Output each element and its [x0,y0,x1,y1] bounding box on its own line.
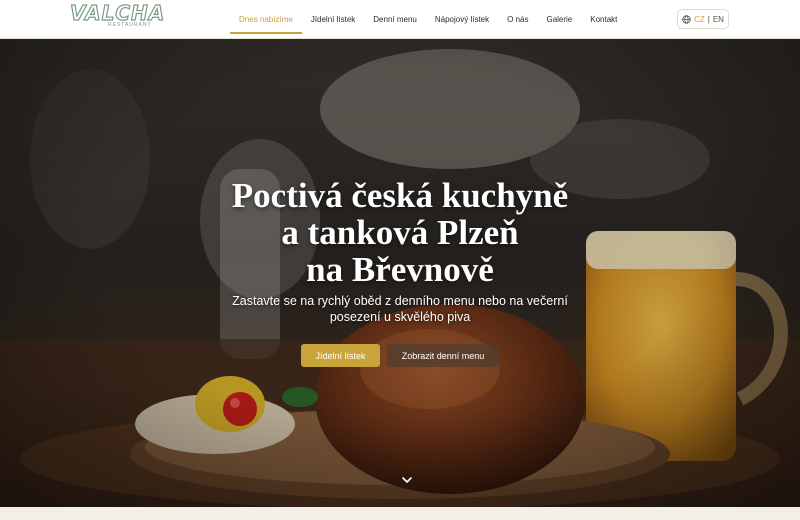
globe-icon [682,14,691,24]
nav-item-denni-menu[interactable]: Denní menu [364,6,426,34]
nav-item-galerie[interactable]: Galerie [537,6,581,34]
hero-title: Poctivá česká kuchyně a tanková Plzeň na… [150,177,650,288]
brand-name: VALCHA [69,1,166,25]
hero-title-line-1: Poctivá česká kuchyně [231,176,569,215]
hero-title-line-3: na Břevnově [306,250,494,289]
nav-item-napojovy-listek[interactable]: Nápojový lístek [426,6,498,34]
hero-section: Poctivá česká kuchyně a tanková Plzeň na… [0,39,800,507]
hero-subtitle: Zastavte se na rychlý oběd z denního men… [232,294,568,324]
language-cz[interactable]: CZ [694,15,705,24]
brand-logo[interactable]: VALCHA RESTAURANT [69,1,166,36]
page-section-divider [0,507,800,520]
daily-menu-button[interactable]: Zobrazit denní menu [387,344,499,367]
hero-title-line-2: a tanková Plzeň [281,213,519,252]
menu-button[interactable]: Jídelní lístek [301,344,380,367]
nav-item-kontakt[interactable]: Kontakt [581,6,626,34]
language-switcher: CZ | EN [677,9,729,29]
language-en[interactable]: EN [713,15,724,24]
nav-item-dnes-nabizime[interactable]: Dnes nabízíme [230,6,302,34]
site-header: VALCHA RESTAURANT Dnes nabízíme Jídelní … [0,0,800,39]
hero-content: Poctivá česká kuchyně a tanková Plzeň na… [0,39,800,507]
language-separator: | [707,14,710,24]
chevron-down-icon[interactable] [400,475,414,485]
main-nav: Dnes nabízíme Jídelní lístek Denní menu … [230,0,626,39]
nav-item-o-nas[interactable]: O nás [498,6,537,34]
brand-subtitle: RESTAURANT [108,22,152,28]
nav-item-jidelni-listek[interactable]: Jídelní lístek [302,6,364,34]
